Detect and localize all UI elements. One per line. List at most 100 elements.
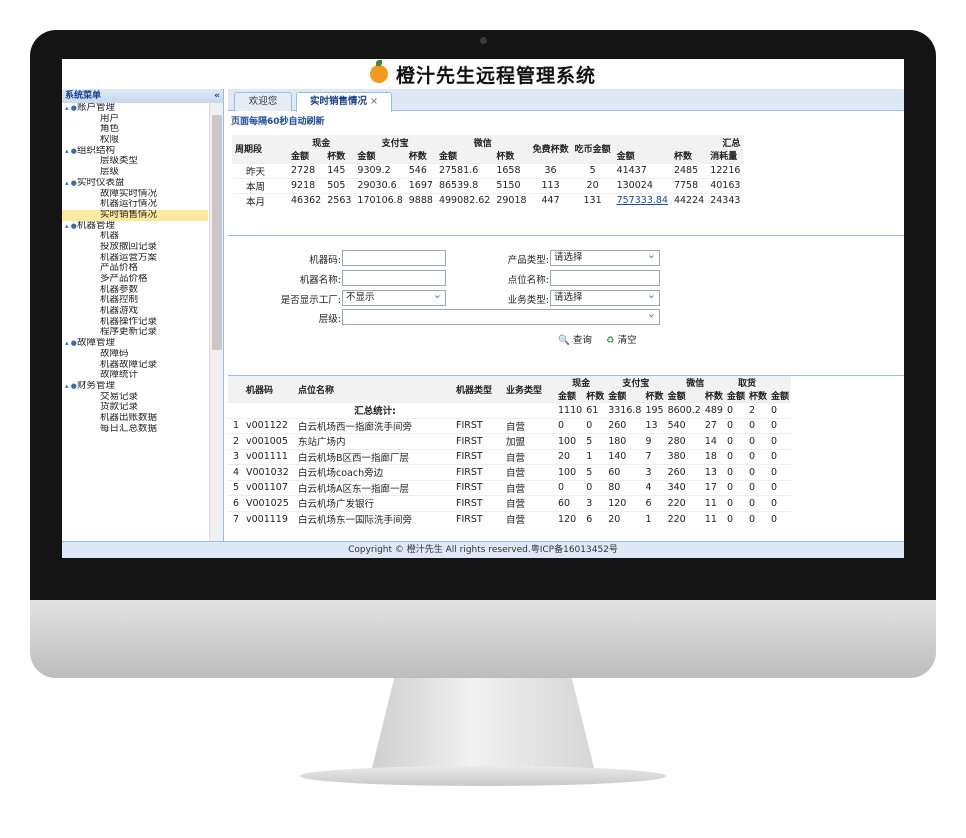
collapse-icon[interactable]: « — [214, 89, 220, 103]
detail-group: 微信 — [665, 376, 725, 389]
clear-button[interactable]: ♻ 清空 — [606, 332, 637, 346]
table-row[interactable]: 5 v001107 白云机场A区东一指廊一层 FIRST 自营 0 0 80 4 340 17 0 0 0 — [228, 479, 792, 496]
close-icon[interactable]: × — [370, 96, 378, 107]
table-cell: 6 — [643, 495, 666, 511]
menu-group[interactable]: ▴ ●机器管理 — [62, 221, 208, 232]
sub-header: 金额 — [288, 149, 325, 163]
table-row[interactable]: 6 V001025 白云机场广发银行 FIRST 自营 60 3 120 6 220 11 0 0 0 — [228, 495, 792, 511]
menu-group[interactable]: ▴ ●实时仪表盘 — [62, 178, 208, 189]
menu-item[interactable]: 投放撤回记录 — [62, 242, 208, 253]
table-cell: 120 — [606, 495, 644, 511]
row-number: 6 — [228, 495, 244, 511]
table-row[interactable]: 3 v001111 白云机场B区西一指廊厂层 FIRST 自营 20 1 140 7 380 18 0… — [228, 448, 792, 465]
menu-item[interactable]: 机器运营方案 — [62, 253, 208, 264]
table-cell: FIRST — [454, 417, 504, 434]
camera-dot — [480, 37, 487, 44]
expand-icon[interactable]: ▴ ● — [65, 338, 77, 349]
menu-item[interactable]: 机器参数 — [62, 285, 208, 296]
tab-welcome[interactable]: 欢迎您 — [234, 92, 292, 111]
table-cell: 540 — [665, 417, 703, 434]
menu-group[interactable]: ▴ ●组织结构 — [62, 146, 208, 157]
menu-group[interactable]: ▴ ●财务管理 — [62, 381, 208, 392]
menu-item[interactable]: 层级类型 — [62, 156, 208, 167]
table-cell: 9 — [643, 433, 666, 449]
show-factory-select[interactable]: 不显示 — [342, 288, 446, 306]
table-row[interactable]: 1 v001122 白云机场西一指廊洗手间旁 FIRST 自营 0 0 260 13 540 27 0… — [228, 417, 792, 434]
menu-item[interactable]: 用户 — [62, 114, 208, 125]
business-type-select[interactable]: 请选择 — [550, 288, 660, 306]
menu-item[interactable]: 权限 — [62, 135, 208, 146]
product-type-select[interactable]: 请选择 — [550, 248, 660, 266]
show-factory-label: 是否显示工厂: — [280, 295, 341, 306]
table-cell: 220 — [665, 510, 703, 527]
table-cell: 0 — [556, 417, 585, 434]
total-cell: 195 — [643, 402, 666, 418]
summary-cell: 499082.62 — [435, 192, 494, 208]
machine-name-input[interactable] — [342, 270, 446, 286]
menu-item[interactable]: 实时销售情况 — [62, 209, 208, 221]
scrollbar-thumb[interactable] — [212, 115, 222, 350]
menu-item[interactable]: 机器游戏 — [62, 306, 208, 317]
total-amount-link[interactable]: 757333.84 — [613, 192, 671, 208]
menu-item[interactable]: 机器 — [62, 231, 208, 242]
total-label: 汇总统计: — [296, 402, 454, 418]
summary-cell: 2563 — [324, 192, 355, 208]
table-cell: 20 — [606, 510, 644, 527]
menu-group[interactable]: ▴ ●账户管理 — [62, 103, 208, 114]
level-select[interactable] — [342, 307, 660, 325]
sidebar-title: 系统菜单 — [65, 91, 102, 101]
machine-code-input[interactable] — [342, 250, 446, 266]
summary-row: 本周 9218 505 29030.6 1697 86539.8 5150 113 20 1300… — [232, 177, 744, 193]
expand-icon[interactable]: ▴ ● — [65, 178, 77, 189]
total-cell: 0 — [724, 402, 747, 418]
table-cell: 0 — [747, 448, 770, 465]
level-label: 层级: — [318, 314, 341, 325]
menu-item[interactable]: 多产品价格 — [62, 274, 208, 285]
table-cell: FIRST — [454, 510, 504, 527]
summary-cell: 145 — [324, 162, 355, 178]
table-cell: 0 — [769, 448, 792, 465]
expand-icon[interactable]: ▴ ● — [65, 381, 77, 392]
sidebar-scrollbar[interactable] — [209, 103, 223, 541]
table-row[interactable]: 4 V001032 白云机场coach旁边 FIRST 自营 100 5 60 3 260 13 0 0… — [228, 464, 792, 480]
search-button[interactable]: 🔍 查询 — [558, 332, 592, 346]
table-row[interactable]: 7 v001119 白云机场东一国际洗手间旁 FIRST 自营 120 6 20 1 220 11 0… — [228, 510, 792, 527]
sub-header: 消耗量 — [707, 149, 744, 163]
expand-icon[interactable]: ▴ ● — [65, 146, 77, 157]
table-cell: 0 — [724, 510, 747, 527]
menu-item[interactable]: 机器运行情况 — [62, 199, 208, 210]
expand-icon[interactable]: ▴ ● — [65, 103, 77, 114]
menu-item[interactable]: 角色 — [62, 124, 208, 135]
summary-cell: 昨天 — [232, 162, 288, 178]
monitor-chin — [30, 600, 936, 678]
menu-item[interactable]: 机器出账数据 — [62, 413, 208, 424]
menu-item[interactable]: 交易记录 — [62, 392, 208, 403]
sub-header: 杯数 — [670, 149, 708, 163]
summary-cell: 41437 — [613, 162, 671, 178]
table-cell: 白云机场西一指廊洗手间旁 — [296, 417, 454, 434]
table-cell: 0 — [769, 433, 792, 449]
location-input[interactable] — [550, 270, 660, 286]
monitor-stand — [372, 678, 594, 768]
menu-item[interactable]: 故障码 — [62, 349, 208, 360]
menu-item[interactable]: 故障统计 — [62, 370, 208, 381]
detail-header: 机器码 — [244, 376, 296, 403]
summary-cell: 9309.2 — [354, 162, 406, 178]
menu-item[interactable]: 机器操作记录 — [62, 317, 208, 328]
table-cell: 340 — [665, 479, 703, 496]
menu-item[interactable]: 产品价格 — [62, 263, 208, 274]
menu-item[interactable]: 货款记录 — [62, 402, 208, 413]
menu-item[interactable]: 层级 — [62, 167, 208, 178]
summary-table: 周期段 现金 支付宝 微信 免费杯数 吃币金额 汇总 金额 杯数 金额 杯数 金… — [232, 135, 744, 208]
expand-icon[interactable]: ▴ ● — [65, 221, 77, 232]
menu-item[interactable]: 故障实时情况 — [62, 189, 208, 200]
menu-item[interactable]: 程序更新记录 — [62, 327, 208, 338]
tab-realtime-sales[interactable]: 实时销售情况 × — [296, 92, 392, 112]
main-panel: 欢迎您 实时销售情况 × 页面每隔60秒自动刷新 周期段 现金 支付宝 微信 免费… — [228, 89, 904, 541]
table-row[interactable]: 2 v001005 东站广场内 FIRST 加盟 100 5 180 9 280 14 0 0 0 — [228, 433, 792, 449]
table-cell: 17 — [702, 479, 725, 496]
menu-group[interactable]: ▴ ●故障管理 — [62, 338, 208, 349]
menu-item[interactable]: 机器故障记录 — [62, 360, 208, 371]
menu-item[interactable]: 机器控制 — [62, 295, 208, 306]
menu-item[interactable]: 每日汇总数据 — [62, 424, 208, 435]
